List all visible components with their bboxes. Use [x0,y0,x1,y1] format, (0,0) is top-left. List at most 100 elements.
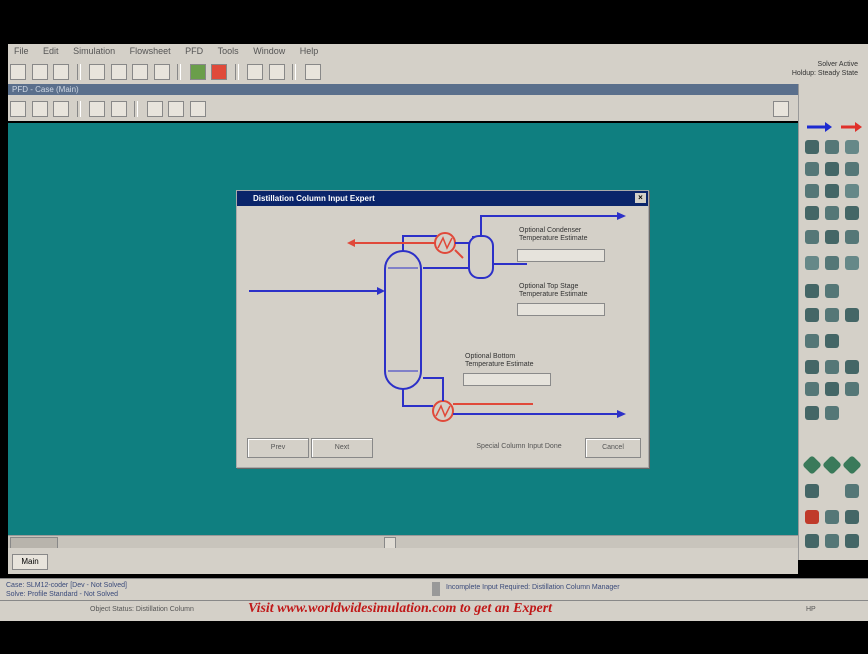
ratio-icon[interactable] [825,382,839,396]
status-splitter[interactable] [432,582,440,596]
fired-heater-icon[interactable] [845,206,859,220]
zoom-in-button[interactable] [31,101,48,117]
separator-icon[interactable] [805,140,819,154]
new-case-button[interactable] [10,64,26,80]
top-stage-temp-input[interactable] [517,303,605,316]
logical-op-icon[interactable] [822,455,842,475]
pfd-window-title: PFD - Case (Main) [8,84,798,95]
air-cooler-icon[interactable] [825,206,839,220]
expander-icon[interactable] [845,162,859,176]
menu-flowsheet[interactable]: Flowsheet [130,46,171,56]
balance-icon[interactable] [845,308,859,322]
menu-simulation[interactable]: Simulation [73,46,115,56]
workbook-button[interactable] [132,64,149,80]
close-icon[interactable]: × [635,193,646,203]
toolbar-divider [177,64,182,80]
energy-stream-icon[interactable] [802,455,822,475]
compressor-icon[interactable] [825,162,839,176]
object-palette-button[interactable] [773,101,789,117]
components-button[interactable] [89,64,106,80]
solver-status-panel: Solver Active Holdup: Steady State [764,60,858,82]
color-scheme-button[interactable] [168,101,185,117]
logic-icon[interactable] [825,406,839,420]
recycle-icon[interactable] [805,284,819,298]
menu-pfd[interactable]: PFD [185,46,203,56]
absorber-icon[interactable] [825,230,839,244]
reflux-drum [468,235,494,279]
menu-help[interactable]: Help [300,46,319,56]
grid-icon[interactable] [805,484,819,498]
reactor-icon[interactable] [805,256,819,270]
adjust-icon[interactable] [825,284,839,298]
pfd-horizontal-scrollbar[interactable] [8,535,798,549]
fluid-package-button[interactable] [110,64,127,80]
heat-exchanger-icon[interactable] [805,206,819,220]
label-button[interactable] [146,101,163,117]
condenser-temp-input[interactable] [517,249,605,262]
mixer-icon[interactable] [825,184,839,198]
special-input-button[interactable]: Special Column Input Done [459,438,579,456]
menu-tools[interactable]: Tools [218,46,239,56]
material-stream-icon[interactable] [805,118,863,136]
neural-icon[interactable] [825,510,839,524]
transfer-function-icon[interactable] [845,360,859,374]
solver-hold-button[interactable] [211,64,228,80]
split-range-icon[interactable] [805,382,819,396]
status-area: Case: SLM12-coder [Dev - Not Solved] Sol… [0,578,868,601]
holdup-status-line: Holdup: Steady State [791,70,858,77]
tank-icon[interactable] [825,334,839,348]
pfd-tab-row: Main [8,548,798,574]
menu-edit[interactable]: Edit [43,46,59,56]
spreadsheet-icon[interactable] [825,308,839,322]
cut-icon[interactable] [805,510,819,524]
distillate-vapor-arrow [617,212,626,220]
menu-file[interactable]: File [14,46,29,56]
controller-icon[interactable] [805,360,819,374]
boolean-op-icon[interactable] [842,455,862,475]
solver-active-button[interactable] [189,64,206,80]
print-button[interactable] [189,101,206,117]
event-icon[interactable] [845,534,859,548]
zoom-out-button[interactable] [53,101,70,117]
pfr-icon[interactable] [845,256,859,270]
object-palette [798,84,868,560]
tee-icon[interactable] [845,184,859,198]
steady-state-button[interactable] [247,64,264,80]
zoom-all-button[interactable] [10,101,26,117]
pipe-segment-icon[interactable] [805,334,819,348]
attach-mode-button[interactable] [110,101,127,117]
bottom-temp-input[interactable] [463,373,551,386]
set-icon[interactable] [805,308,819,322]
selector-icon[interactable] [825,360,839,374]
heater-icon[interactable] [825,140,839,154]
dynamic-mode-button[interactable] [268,64,285,80]
cstr-icon[interactable] [825,256,839,270]
parametric-icon[interactable] [845,484,859,498]
open-case-button[interactable] [31,64,48,80]
next-button[interactable]: Next [311,438,373,458]
prev-button[interactable]: Prev [247,438,309,458]
solver-status-line: Solver Active [817,61,858,68]
user-op-icon[interactable] [805,534,819,548]
cooler-icon[interactable] [845,140,859,154]
toolbar-divider [234,64,239,80]
condenser-temp-label: Optional Condenser Temperature Estimate [519,227,588,242]
cancel-button[interactable]: Cancel [585,438,641,458]
digital-point-icon[interactable] [845,382,859,396]
main-toolbar [8,58,868,85]
valve-icon[interactable] [805,184,819,198]
pfd-button[interactable] [153,64,170,80]
column-icon[interactable] [805,230,819,244]
save-case-button[interactable] [53,64,70,80]
extension-icon[interactable] [825,534,839,548]
size-mode-button[interactable] [89,101,106,117]
dynamics-assistant-button[interactable] [304,64,321,80]
pump-icon[interactable] [805,162,819,176]
optimizer-icon[interactable] [845,510,859,524]
menu-window[interactable]: Window [253,46,285,56]
tab-main[interactable]: Main [12,554,48,570]
column-vessel [384,250,422,390]
subflowsheet-icon[interactable] [805,406,819,420]
search-icon[interactable] [845,230,859,244]
toolbar-divider [76,101,81,117]
